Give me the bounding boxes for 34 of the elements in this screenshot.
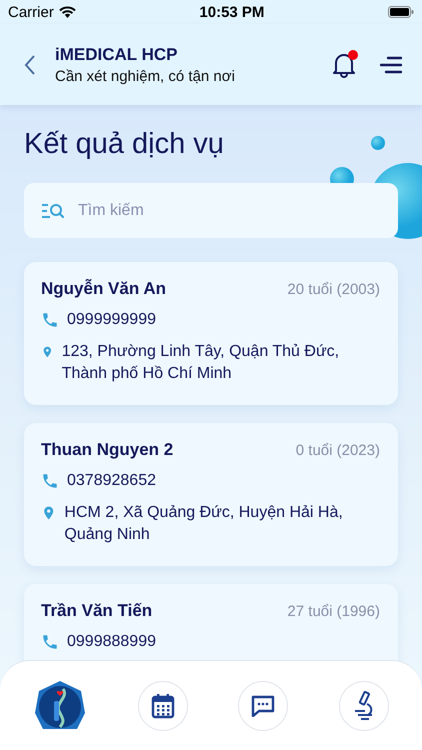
patient-age: 27 tuổi (1996) (287, 602, 380, 620)
back-icon (24, 54, 36, 76)
app-subtitle: Cần xét nghiệm, có tận nơi (55, 68, 236, 84)
wifi-icon (58, 6, 76, 18)
phone-number: 0378928652 (67, 471, 156, 491)
patient-name: Nguyễn Văn An (41, 279, 166, 299)
battery-icon (388, 6, 414, 18)
bell-icon (332, 52, 356, 78)
menu-button[interactable] (380, 56, 402, 74)
calendar-icon (150, 692, 175, 718)
page-title: Kết quả dịch vụ (24, 127, 225, 161)
patient-name: Trần Văn Tiến (41, 601, 152, 621)
patient-card[interactable]: Trần Văn Tiến 27 tuổi (1996) 0999888999 (24, 584, 398, 661)
search-icon (42, 203, 64, 219)
address-text: HCM 2, Xã Quảng Đức, Huyện Hải Hà, Quảng Ninh (64, 503, 344, 545)
phone-icon (41, 472, 59, 490)
status-time: 10:53 PM (199, 4, 264, 20)
patient-name: Thuan Nguyen 2 (41, 440, 174, 460)
phone-icon (41, 311, 59, 329)
carrier-label: Carrier (8, 4, 54, 20)
chat-icon (251, 694, 276, 716)
address-text: 123, Phường Linh Tây, Quận Thủ Đức, Thành phố Hồ Chí Minh (62, 342, 340, 384)
patient-age: 0 tuổi (2023) (296, 442, 380, 458)
phone-number: 0999999999 (67, 310, 156, 330)
app-title: iMEDICAL HCP (55, 44, 178, 64)
phone-icon (41, 633, 59, 651)
phone-number: 0999888999 (67, 632, 156, 652)
patient-card[interactable]: Thuan Nguyen 2 0 tuổi (2023) 0378928652 HCM 2, Xã Quảng Đức, Huyện Hải Hà, Quảng Ninh (24, 423, 398, 566)
menu-icon (380, 56, 402, 74)
patient-age: 20 tuổi (2003) (287, 280, 380, 298)
search-field[interactable]: Tìm kiếm (24, 183, 398, 238)
notification-button[interactable] (332, 52, 356, 78)
back-button[interactable] (24, 54, 36, 76)
patient-card[interactable]: Nguyễn Văn An 20 tuổi (2003) 0999999999 123, Phường Linh Tây, Quận Thủ Đức, Thành phố Hồ Chí Minh (24, 262, 398, 405)
